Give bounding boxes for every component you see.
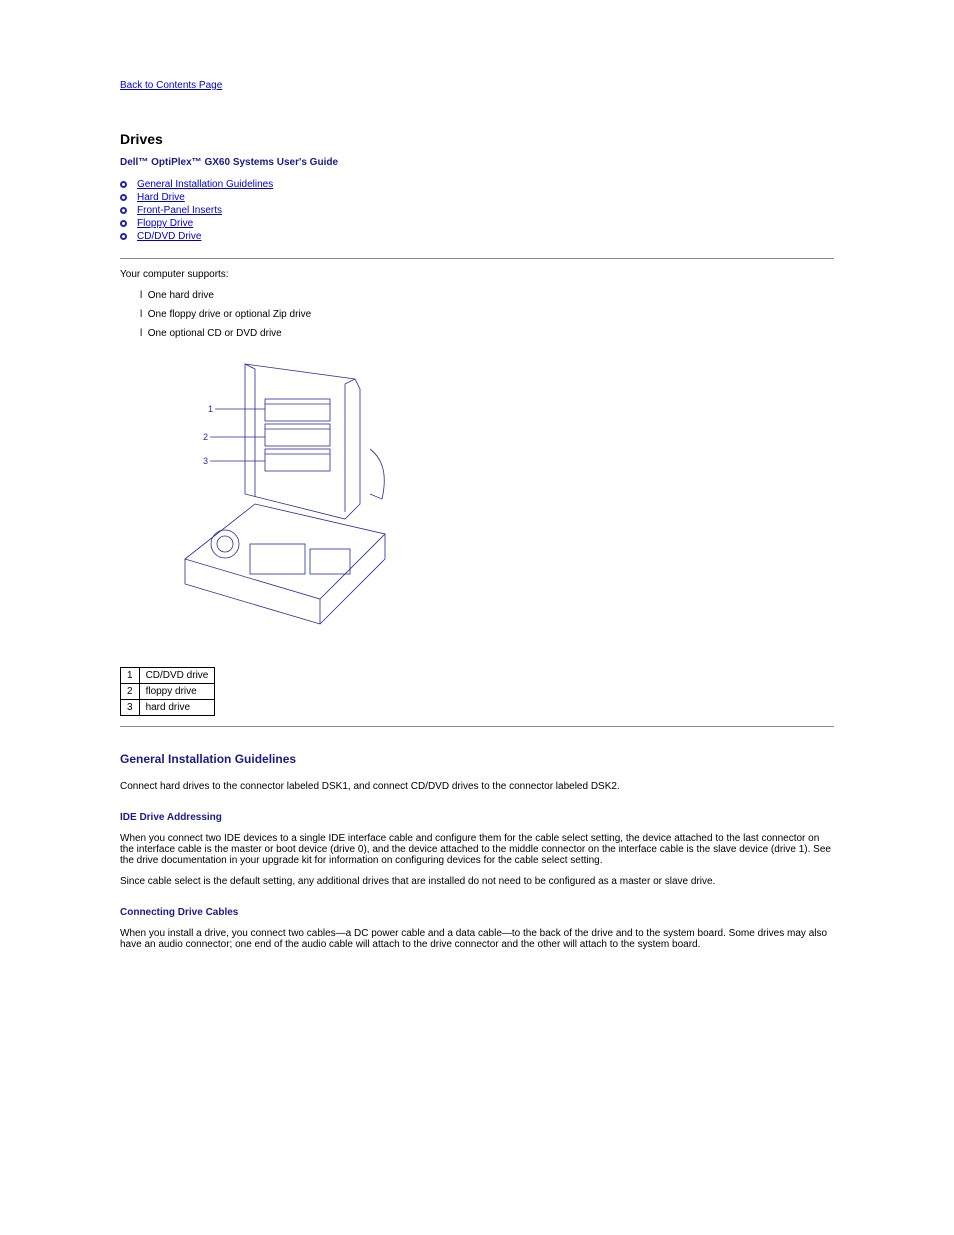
subtitle: Dell™ OptiPlex™ GX60 Systems User's Guid… (120, 157, 834, 168)
heading-guidelines: General Installation Guidelines (120, 752, 834, 766)
toc-link-frontpanel[interactable]: Front-Panel Inserts (137, 205, 222, 216)
bullet-icon (120, 207, 127, 214)
toc-item: General Installation Guidelines (120, 178, 834, 191)
bullet-icon (120, 233, 127, 240)
list-item: l One optional CD or DVD drive (140, 328, 834, 339)
table-of-contents: General Installation Guidelines Hard Dri… (120, 178, 834, 243)
bullet-icon (120, 220, 127, 227)
supports-list: l One hard drive l One floppy drive or o… (120, 290, 834, 339)
back-link[interactable]: Back to Contents Page (120, 80, 222, 91)
table-row: 1 CD/DVD drive (121, 668, 215, 684)
toc-item: Front-Panel Inserts (120, 204, 834, 217)
svg-text:1: 1 (208, 404, 213, 414)
ide-paragraph2: Since cable select is the default settin… (120, 876, 834, 887)
ide-note-paragraph: Connect hard drives to the connector lab… (120, 781, 834, 792)
toc-link-guidelines[interactable]: General Installation Guidelines (137, 179, 273, 190)
cables-paragraph: When you install a drive, you connect tw… (120, 928, 834, 950)
bullet-icon (120, 181, 127, 188)
list-item: l One floppy drive or optional Zip drive (140, 309, 834, 320)
heading-ide-addressing: IDE Drive Addressing (120, 812, 834, 823)
ide-paragraph: When you connect two IDE devices to a si… (120, 833, 834, 866)
toc-link-cddvd[interactable]: CD/DVD Drive (137, 231, 201, 242)
intro-paragraph: Your computer supports: (120, 269, 834, 280)
legend-label: floppy drive (139, 684, 215, 700)
page-title: Drives (120, 131, 834, 147)
divider (120, 726, 834, 727)
toc-link-harddrive[interactable]: Hard Drive (137, 192, 185, 203)
legend-label: hard drive (139, 700, 215, 716)
legend-num: 2 (121, 684, 140, 700)
list-item: l One hard drive (140, 290, 834, 301)
legend-num: 1 (121, 668, 140, 684)
toc-item: Hard Drive (120, 191, 834, 204)
legend-num: 3 (121, 700, 140, 716)
heading-drive-cables: Connecting Drive Cables (120, 907, 834, 918)
drives-diagram: 1 2 3 (160, 349, 834, 652)
legend-label: CD/DVD drive (139, 668, 215, 684)
toc-link-floppy[interactable]: Floppy Drive (137, 218, 193, 229)
table-row: 3 hard drive (121, 700, 215, 716)
bullet-icon (120, 194, 127, 201)
divider (120, 258, 834, 259)
toc-item: Floppy Drive (120, 217, 834, 230)
toc-item: CD/DVD Drive (120, 230, 834, 243)
legend-table: 1 CD/DVD drive 2 floppy drive 3 hard dri… (120, 667, 215, 716)
svg-text:2: 2 (203, 432, 208, 442)
table-row: 2 floppy drive (121, 684, 215, 700)
svg-text:3: 3 (203, 456, 208, 466)
